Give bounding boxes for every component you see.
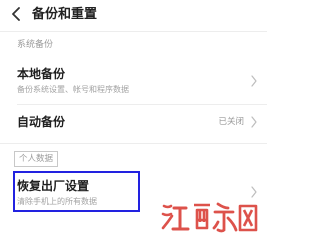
personal-data-label: 个人数据 (18, 154, 53, 164)
section-label-system-backup: 系统备份 (17, 40, 54, 50)
header-bar: 备份和重置 (0, 0, 267, 30)
chevron-right-icon (251, 75, 257, 87)
page-title: 备份和重置 (32, 7, 98, 22)
header-divider (0, 31, 267, 32)
auto-backup-title: 自动备份 (17, 115, 66, 129)
local-backup-subtitle: 备份系统设置、帐号和程序数据 (17, 85, 129, 94)
chevron-right-icon (251, 116, 257, 128)
back-button[interactable] (8, 6, 24, 22)
factory-reset-title: 恢复出厂设置 (17, 179, 90, 193)
section-label-personal-data: 个人数据 (14, 151, 58, 167)
watermark-logo (161, 202, 258, 233)
auto-backup-status: 已关闭 (218, 117, 244, 127)
section-divider (0, 143, 267, 144)
chevron-right-icon (251, 186, 257, 198)
chevron-left-icon (12, 7, 20, 21)
backup-reset-screen: 备份和重置 系统备份 本地备份 备份系统设置、帐号和程序数据 自动备份 已关闭 … (0, 0, 267, 245)
local-backup-title: 本地备份 (17, 67, 66, 81)
local-backup-row[interactable]: 本地备份 备份系统设置、帐号和程序数据 (0, 58, 267, 102)
auto-backup-row[interactable]: 自动备份 已关闭 (0, 105, 267, 139)
factory-reset-subtitle: 清除手机上的所有数据 (17, 197, 97, 206)
